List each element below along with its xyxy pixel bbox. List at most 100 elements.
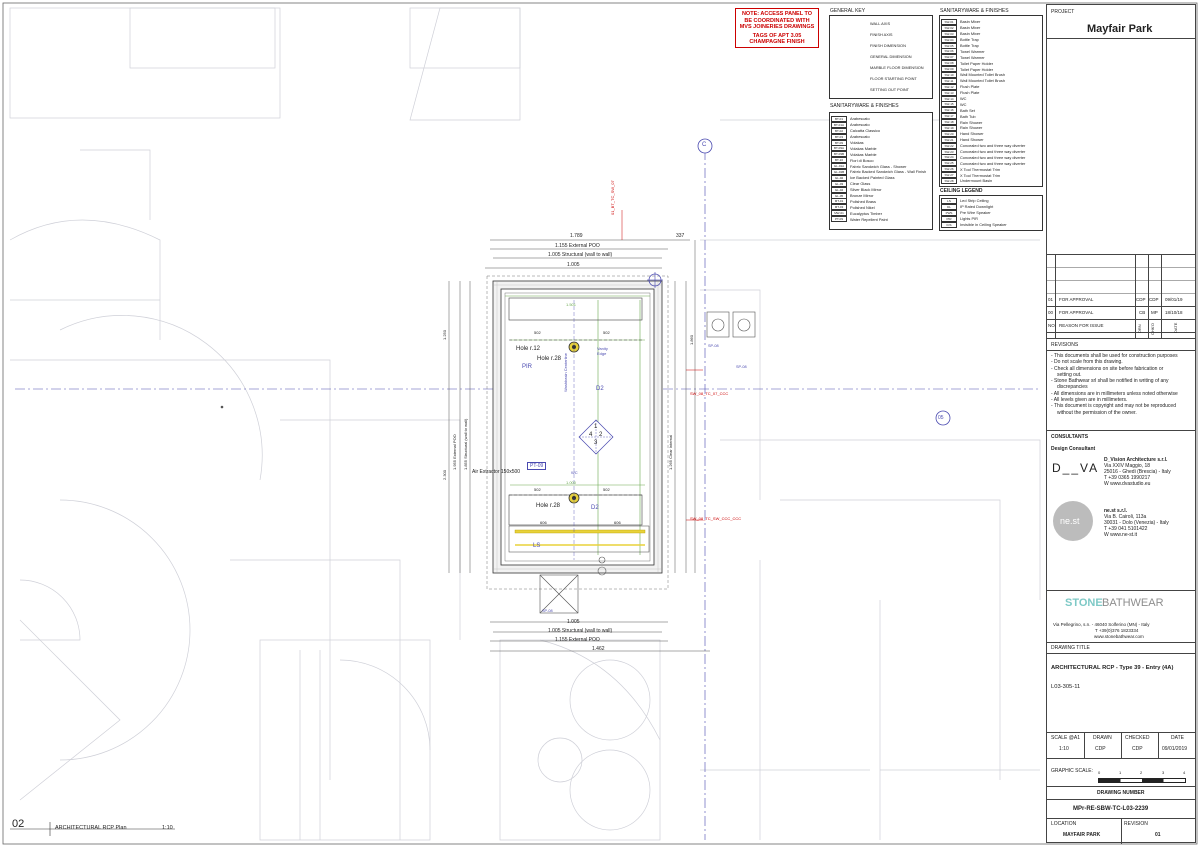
- view-number: 02: [12, 818, 25, 830]
- label-vanity-edge: Vanity Edge: [597, 346, 608, 356]
- sanitaryware-label: Towel Warmer: [960, 48, 985, 54]
- dim-502-bottom-right: 502: [603, 487, 610, 492]
- dim-right-clear: 1.265 Clear Internal: [668, 434, 673, 470]
- sanitaryware-label: WC: [960, 101, 967, 107]
- finish-label: Silver Black Mirror: [850, 187, 882, 193]
- consultants-subtitle: Design Consultant: [1051, 446, 1096, 452]
- dim-1501: 1.501: [566, 302, 577, 307]
- access-panel-note: NOTE: ACCESS PANEL TO BE COORDINATED WIT…: [735, 8, 819, 48]
- sanitaryware-label: WC: [960, 96, 967, 102]
- label-sp-bottom: SP-08: [542, 609, 553, 613]
- grid-marker-05: 05: [938, 415, 944, 421]
- dim-1000: 1.000: [566, 480, 577, 485]
- sanitary-left-box: BT-01 Arabescato BT-01A Arabescato BT-02 Calc…: [829, 112, 933, 230]
- dim-337: 337: [676, 233, 685, 239]
- finish-label: Eucalyptus Timber: [850, 210, 883, 216]
- view-scale: 1:10: [162, 825, 173, 831]
- stone-web: www.stonebathwear.com: [1094, 634, 1144, 639]
- dim-606-right: 606: [614, 520, 621, 525]
- label-hole-bottom: Hole r.28: [536, 503, 561, 509]
- drawing-number-label: DRAWING NUMBER: [1097, 790, 1145, 796]
- ceiling-code: ICS: [941, 221, 957, 228]
- dim-502-bottom-left: 502: [534, 487, 541, 492]
- checked-value: CDP: [1132, 746, 1143, 752]
- dim-bottom-external: 1.155 External POO: [555, 637, 600, 643]
- dim-1462: 1.462: [592, 646, 605, 652]
- sanitaryware-label: Hand Shower: [960, 137, 984, 143]
- finish-label: Water Repellent Paint: [850, 216, 888, 222]
- dim-left-external: 1.955 External POO: [452, 434, 457, 470]
- general-key-item: MARBLE FLOOR DIMENSION: [870, 62, 932, 73]
- rev-row-1-no: 01: [1048, 297, 1054, 302]
- sanitaryware-label: Bath Set: [960, 107, 975, 113]
- finish-label: Volakas Marble: [850, 151, 877, 157]
- label-washbasin-centerline: Washbasin Centerline: [563, 353, 568, 392]
- ceiling-legend-box: LS Led Strip Ceiling DL IP Rated Downlight P…: [939, 195, 1043, 231]
- rev-header-drn: DRN: [1137, 324, 1142, 333]
- diamond-number-2: 2: [599, 432, 603, 438]
- nest-web: W www.ne-st.it: [1104, 532, 1138, 538]
- location-label: LOCATION: [1051, 821, 1077, 827]
- general-key-item: FINISH DIMENSION: [870, 40, 932, 51]
- dvision-web: W www.dvastudio.eu: [1104, 481, 1151, 487]
- ceiling-label: Invisible in Ceiling Speaker: [960, 222, 1007, 227]
- general-key-item: GENERAL DIMENSION: [870, 51, 932, 62]
- drawing-title-label: DRAWING TITLE: [1051, 645, 1090, 651]
- general-key-label: GENERAL DIMENSION: [870, 54, 912, 59]
- dim-right-1860: 1.860: [689, 334, 694, 345]
- rev-row-1-date: 09/01/19: [1165, 297, 1183, 302]
- finish-item: PT-09 Water Repellent Paint: [830, 216, 932, 223]
- ceiling-label: Pre Wire Speaker: [960, 210, 991, 216]
- label-hole-mid: Hole r.28: [537, 356, 562, 362]
- sanitary-right-title: SANITARYWARE & FINISHES: [940, 8, 1009, 14]
- finish-label: Fabric Backed Sandwich Glass - Wall Fini…: [850, 169, 927, 175]
- rev-header-date: DATE: [1173, 322, 1178, 333]
- graphic-scale-tick-2: 2: [1140, 770, 1143, 775]
- general-key-label: MARBLE FLOOR DIMENSION: [870, 65, 924, 70]
- sanitaryware-item: SW-28 Undermount Basin: [940, 178, 1042, 184]
- sanitaryware-label: X Tool Thermostat Trim: [960, 166, 1001, 172]
- dim-bottom-1005: 1.005: [567, 619, 580, 625]
- finish-label: Polished Brass: [850, 198, 876, 204]
- rev-header-chkd: CHK'D: [1150, 322, 1155, 335]
- finish-label: Arabescato: [850, 134, 870, 140]
- ceiling-item: ICS Invisible in Ceiling Speaker: [940, 221, 1042, 228]
- ceiling-label: IP Rated Downlight: [960, 204, 994, 210]
- stone-logo-a: STONE: [1065, 597, 1103, 609]
- finish-label: Ice Backed Painted Glass: [850, 175, 895, 181]
- sanitaryware-label: Wall Mounted Toilet Brush: [960, 72, 1005, 78]
- finish-label: Bronze Mirror: [850, 193, 874, 199]
- finish-label: Fiori di Bosco: [850, 157, 874, 163]
- sanitaryware-label: Concealed two and three way diverter: [960, 160, 1026, 166]
- general-key-label: FLOOR STARTING POINT: [870, 76, 917, 81]
- graphic-scale-label: GRAPHIC SCALE:: [1051, 768, 1093, 774]
- label-hole-top: Hole r.12: [516, 346, 541, 352]
- dim-top-structural: 1.005 Structural (wall to wall): [548, 252, 613, 258]
- note-item: - This document is copyright and may not…: [1051, 403, 1176, 410]
- sanitary-left-title: SANITARYWARE & FINISHES: [830, 103, 899, 109]
- diamond-number-3: 3: [594, 440, 598, 446]
- finish-label: Calcatta Classico: [850, 128, 881, 134]
- sanitaryware-label: Flush Plate: [960, 84, 980, 90]
- dim-1789: 1.789: [570, 233, 583, 239]
- finish-label: Arabescato: [850, 116, 870, 122]
- sanitaryware-label: Basin Mixer: [960, 19, 981, 25]
- finish-label: Fabric Sandwich Glass - Shower: [850, 163, 907, 169]
- sanitaryware-label: Hand Shower: [960, 131, 984, 137]
- rev-header-no: NO.: [1048, 323, 1057, 328]
- dvision-logo: D__VA: [1052, 461, 1100, 475]
- sanitaryware-label: Basin Mixer: [960, 31, 981, 37]
- svg-text:01_BT_TC_SW_07: 01_BT_TC_SW_07: [610, 180, 615, 215]
- stone-address: Via Pellegrino, s.n. - 46040 Solferino (…: [1053, 622, 1150, 627]
- drawn-value: CDP: [1095, 746, 1106, 752]
- general-key-item: WALL AXIS: [870, 18, 932, 29]
- note-item: - Check all dimensions on site before fa…: [1051, 365, 1164, 372]
- date-label: DATE: [1171, 735, 1184, 741]
- rev-row-2-no: 00: [1048, 310, 1054, 315]
- dim-606-left: 606: [540, 520, 547, 525]
- label-sp-right2: SP-08: [736, 365, 747, 369]
- graphic-scale-tick-1: 1: [1119, 770, 1122, 775]
- title-block: PROJECT Mayfair Park 01 FOR APPROVAL CDP…: [1046, 4, 1196, 844]
- stone-logo-b: BATHWEAR: [1102, 597, 1164, 609]
- finish-label: Volakas Marble: [850, 145, 877, 151]
